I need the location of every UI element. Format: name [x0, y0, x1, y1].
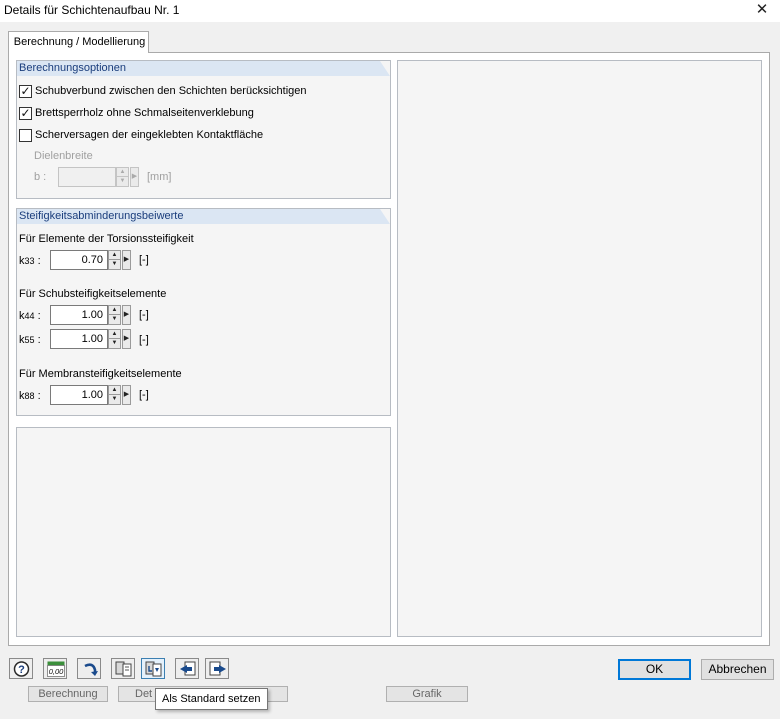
k88-symbol: k88 :	[19, 390, 41, 402]
plank-width-symbol: b :	[34, 171, 47, 183]
undo-icon	[84, 663, 98, 676]
k88-arrow-button[interactable]: ▶	[122, 385, 131, 405]
info-panel	[16, 427, 391, 637]
membrane-heading: Für Membransteifigkeitselemente	[19, 368, 182, 380]
spin-down-icon[interactable]: ▼	[109, 260, 120, 269]
preview-panel	[397, 60, 762, 637]
spin-down-icon[interactable]: ▼	[117, 177, 128, 186]
plank-width-spinner[interactable]: ▲ ▼	[116, 167, 129, 187]
check-icon: ✓	[20, 84, 31, 98]
k33-arrow-button[interactable]: ▶	[122, 250, 131, 270]
spin-up-icon[interactable]: ▲	[109, 386, 120, 395]
spin-down-icon[interactable]: ▼	[109, 315, 120, 324]
spin-down-icon[interactable]: ▼	[109, 339, 120, 348]
import-button[interactable]	[175, 658, 199, 679]
background-tab-berechnung: Berechnung	[28, 686, 108, 702]
copy-button[interactable]	[111, 658, 135, 679]
no-edge-gluing-checkbox[interactable]: ✓	[19, 107, 32, 120]
calc-options-header: Berechnungsoptionen	[17, 61, 390, 76]
copy-icon	[115, 661, 132, 677]
k44-spinner[interactable]: ▲ ▼	[108, 305, 121, 325]
plank-width-unit: [mm]	[147, 171, 172, 183]
spin-up-icon[interactable]: ▲	[109, 251, 120, 260]
export-button[interactable]	[205, 658, 229, 679]
undo-button[interactable]	[77, 658, 101, 679]
k55-arrow-button[interactable]: ▶	[122, 329, 131, 349]
k88-spinner[interactable]: ▲ ▼	[108, 385, 121, 405]
k33-symbol: k33 :	[19, 255, 41, 267]
shear-bond-checkbox[interactable]: ✓	[19, 85, 32, 98]
k55-unit: [-]	[139, 334, 149, 346]
tooltip: Als Standard setzen	[155, 688, 268, 710]
svg-text:0,00: 0,00	[49, 667, 64, 676]
svg-text:?: ?	[18, 664, 25, 676]
spin-up-icon[interactable]: ▲	[109, 306, 120, 315]
k33-spinner[interactable]: ▲ ▼	[108, 250, 121, 270]
plank-width-label: Dielenbreite	[34, 150, 93, 162]
k44-unit: [-]	[139, 309, 149, 321]
shear-failure-checkbox[interactable]	[19, 129, 32, 142]
k44-arrow-button[interactable]: ▶	[122, 305, 131, 325]
import-icon	[180, 661, 196, 676]
no-edge-gluing-label: Brettsperrholz ohne Schmalseitenverklebu…	[35, 107, 254, 119]
shear-bond-label: Schubverbund zwischen den Schichten berü…	[35, 85, 307, 97]
k88-unit: [-]	[139, 389, 149, 401]
k88-input[interactable]: 1.00	[50, 385, 108, 405]
units-button[interactable]: 0,00	[43, 658, 67, 679]
k44-input[interactable]: 1.00	[50, 305, 108, 325]
torsion-heading: Für Elemente der Torsionssteifigkeit	[19, 233, 194, 245]
check-icon: ✓	[20, 106, 31, 120]
k33-unit: [-]	[139, 254, 149, 266]
close-button[interactable]: ✕	[744, 0, 780, 22]
tab-berechnung-modellierung[interactable]: Berechnung / Modellierung	[8, 31, 149, 53]
shear-heading: Für Schubsteifigkeitselemente	[19, 288, 167, 300]
title-bar: Details für Schichtenaufbau Nr. 1 ✕	[0, 0, 780, 22]
close-icon: ✕	[755, 1, 769, 18]
plank-width-input[interactable]	[58, 167, 116, 187]
help-icon: ?	[13, 661, 30, 677]
units-icon: 0,00	[47, 661, 65, 677]
spin-down-icon[interactable]: ▼	[109, 395, 120, 404]
cancel-button[interactable]: Abbrechen	[701, 659, 774, 680]
k55-spinner[interactable]: ▲ ▼	[108, 329, 121, 349]
background-tab-grafik: Grafik	[386, 686, 468, 702]
shear-failure-label: Scherversagen der eingeklebten Kontaktfl…	[35, 129, 264, 141]
spin-up-icon[interactable]: ▲	[117, 168, 128, 177]
ok-button[interactable]: OK	[618, 659, 691, 680]
spin-up-icon[interactable]: ▲	[109, 330, 120, 339]
k55-input[interactable]: 1.00	[50, 329, 108, 349]
set-default-icon	[145, 661, 162, 677]
plank-width-arrow-button[interactable]: ▶	[130, 167, 139, 187]
set-default-button[interactable]	[141, 658, 165, 679]
k33-input[interactable]: 0.70	[50, 250, 108, 270]
help-button[interactable]: ?	[9, 658, 33, 679]
k44-symbol: k44 :	[19, 310, 41, 322]
k55-symbol: k55 :	[19, 334, 41, 346]
window-title: Details für Schichtenaufbau Nr. 1	[4, 3, 180, 17]
export-icon	[209, 661, 226, 676]
stiffness-header: Steifigkeitsabminderungsbeiwerte	[17, 209, 390, 224]
tab-label: Berechnung / Modellierung	[13, 36, 146, 48]
